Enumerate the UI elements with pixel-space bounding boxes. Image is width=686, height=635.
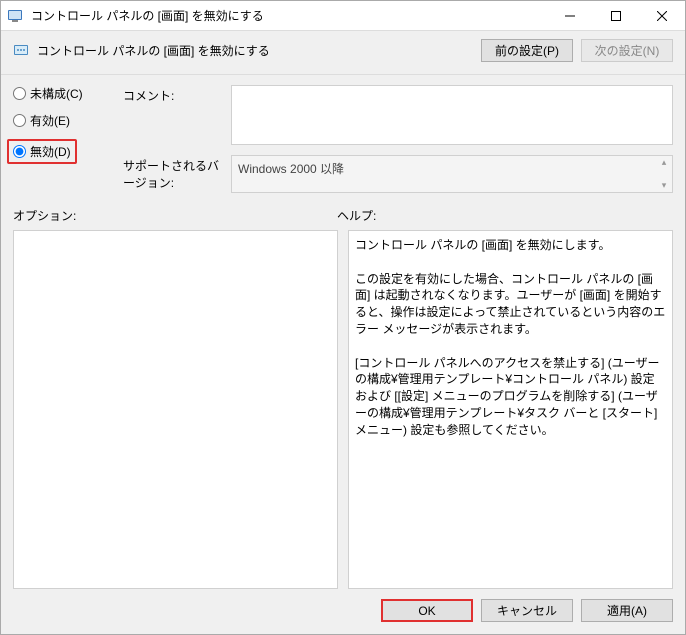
options-pane [13,230,338,589]
minimize-button[interactable] [547,1,593,30]
radio-enabled-label: 有効(E) [30,112,70,129]
comment-row: コメント: [123,85,673,145]
radio-unconfigured[interactable]: 未構成(C) [13,85,113,102]
radio-unconfigured-label: 未構成(C) [30,85,83,102]
radio-unconfigured-input[interactable] [13,87,26,100]
next-setting-button[interactable]: 次の設定(N) [581,39,673,62]
titlebar: コントロール パネルの [画面] を無効にする [1,1,685,31]
options-label: オプション: [13,207,337,224]
policy-icon [13,43,29,59]
panes-row: コントロール パネルの [画面] を無効にします。 この設定を有効にした場合、コ… [1,230,685,589]
header-row: コントロール パネルの [画面] を無効にする 前の設定(P) 次の設定(N) [1,31,685,75]
header-buttons: 前の設定(P) 次の設定(N) [481,39,673,62]
support-label: サポートされるバージョン: [123,155,223,193]
radio-disabled-highlight: 無効(D) [7,139,77,164]
app-icon [1,8,29,24]
window-controls [547,1,685,30]
header-title-box: コントロール パネルの [画面] を無効にする [13,42,469,59]
support-box: Windows 2000 以降 ▴ ▾ [231,155,673,193]
support-value: Windows 2000 以降 [238,162,344,176]
apply-button[interactable]: 適用(A) [581,599,673,622]
help-label: ヘルプ: [337,207,376,224]
close-button[interactable] [639,1,685,30]
scroll-up-icon: ▴ [658,157,670,168]
config-section: 未構成(C) 有効(E) 無効(D) コメント: サポートされるバージョン: [1,75,685,203]
radio-disabled-label: 無効(D) [30,143,71,160]
dialog-window: コントロール パネルの [画面] を無効にする コントロール パネルの [画面]… [0,0,686,635]
footer-buttons: OK キャンセル 適用(A) [1,589,685,634]
radio-disabled[interactable]: 無効(D) [13,143,71,160]
scroll-down-icon: ▾ [658,180,670,191]
support-row: サポートされるバージョン: Windows 2000 以降 ▴ ▾ [123,155,673,193]
radio-enabled-input[interactable] [13,114,26,127]
comment-input[interactable] [231,85,673,145]
help-pane: コントロール パネルの [画面] を無効にします。 この設定を有効にした場合、コ… [348,230,673,589]
mid-labels: オプション: ヘルプ: [1,203,685,230]
help-text: コントロール パネルの [画面] を無効にします。 この設定を有効にした場合、コ… [355,237,666,439]
ok-button[interactable]: OK [381,599,473,622]
radio-group: 未構成(C) 有効(E) 無効(D) [13,85,113,193]
radio-enabled[interactable]: 有効(E) [13,112,113,129]
header-title-text: コントロール パネルの [画面] を無効にする [37,42,270,59]
fields-column: コメント: サポートされるバージョン: Windows 2000 以降 ▴ ▾ [123,85,673,193]
maximize-button[interactable] [593,1,639,30]
prev-setting-button[interactable]: 前の設定(P) [481,39,573,62]
comment-label: コメント: [123,85,223,145]
cancel-button[interactable]: キャンセル [481,599,573,622]
radio-disabled-input[interactable] [13,145,26,158]
window-title: コントロール パネルの [画面] を無効にする [29,7,547,24]
